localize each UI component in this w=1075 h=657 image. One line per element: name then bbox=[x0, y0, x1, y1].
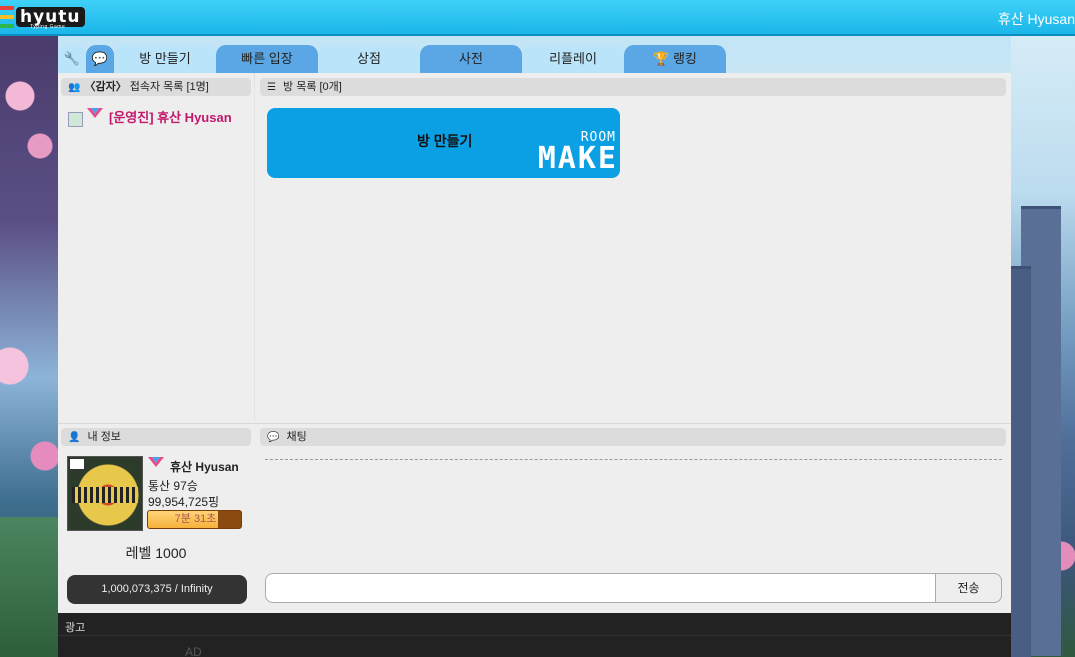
ad-label: 광고 bbox=[65, 622, 86, 634]
create-room-label: 방 만들기 bbox=[417, 133, 473, 149]
wrench-icon: 🔧 bbox=[63, 51, 81, 66]
vertical-divider bbox=[254, 73, 255, 421]
profile-name: 휴산 Hyusan bbox=[170, 460, 239, 474]
users-icon: 👥 bbox=[68, 82, 81, 93]
ad-area: 광고 AD bbox=[58, 613, 1011, 657]
make-art-text: MAKE bbox=[537, 141, 618, 176]
create-room-card[interactable]: 방 만들기 ROOM MAKE bbox=[267, 108, 620, 178]
list-icon: ☰ bbox=[267, 82, 276, 93]
logo[interactable]: hyutu Typing Game bbox=[0, 4, 85, 30]
user-list-item[interactable]: [운영진] 휴산 Hyusan bbox=[68, 106, 232, 127]
main-panel: 🔧 💬 방 만들기 빠른 입장 상점 사전 리플레이 🏆 랭킹 👥 〈감자〉 접속… bbox=[58, 45, 1011, 657]
tab-create-room[interactable]: 방 만들기 bbox=[114, 45, 216, 73]
user-icon: 👤 bbox=[68, 432, 81, 443]
send-button[interactable]: 전송 bbox=[935, 573, 1002, 603]
rooms-panel-header: ☰ 방 목록 [0개] bbox=[260, 78, 1006, 96]
logo-subtitle: Typing Game bbox=[30, 24, 66, 30]
ad-text[interactable]: AD bbox=[185, 645, 202, 657]
profile-image[interactable] bbox=[67, 456, 143, 531]
tab-bar: 🔧 💬 방 만들기 빠른 입장 상점 사전 리플레이 🏆 랭킹 bbox=[58, 45, 1011, 73]
user-avatar-icon bbox=[68, 111, 83, 127]
users-panel-title: 접속자 목록 [1명] bbox=[129, 81, 209, 93]
tab-dictionary[interactable]: 사전 bbox=[420, 45, 522, 73]
top-bar: hyutu Typing Game 휴산 Hyusan bbox=[0, 0, 1075, 36]
chat-input[interactable] bbox=[265, 573, 935, 603]
background-left bbox=[0, 36, 58, 657]
background-right bbox=[1011, 36, 1075, 657]
users-panel-header: 👥 〈감자〉 접속자 목록 [1명] bbox=[61, 78, 251, 96]
tab-ranking-label: 랭킹 bbox=[672, 51, 697, 66]
tab-replay[interactable]: 리플레이 bbox=[522, 45, 624, 73]
my-info-header: 👤 내 정보 bbox=[61, 428, 251, 446]
horizontal-divider bbox=[58, 423, 1011, 424]
tab-quick-join[interactable]: 빠른 입장 bbox=[216, 45, 318, 73]
tab-settings[interactable]: 🔧 bbox=[58, 45, 86, 73]
chat-log bbox=[265, 459, 1002, 460]
profile-level: 레벨 1000 bbox=[125, 545, 187, 561]
experience-bar: 1,000,073,375 / Infinity bbox=[67, 575, 247, 604]
trophy-icon: 🏆 bbox=[653, 51, 670, 66]
profile-wins: 통산 97승 bbox=[148, 479, 198, 493]
tab-chat[interactable]: 💬 bbox=[86, 45, 114, 73]
header-username[interactable]: 휴산 Hyusan bbox=[998, 9, 1075, 29]
playtime-bar: 7분 31초 bbox=[147, 510, 242, 529]
logo-stripes bbox=[0, 6, 14, 28]
ad-divider bbox=[58, 635, 1011, 636]
playtime-text: 7분 31초 bbox=[174, 513, 217, 525]
rooms-panel-title: 방 목록 [0개] bbox=[283, 81, 342, 93]
user-name: [운영진] 휴산 Hyusan bbox=[109, 109, 232, 125]
tab-shop[interactable]: 상점 bbox=[318, 45, 420, 73]
rank-badge-icon bbox=[148, 457, 164, 467]
chat-icon: 💬 bbox=[267, 432, 280, 443]
users-title-prefix: 〈감자〉 bbox=[84, 81, 127, 93]
chat-bubbles-icon: 💬 bbox=[91, 51, 109, 66]
profile-frame-icon bbox=[69, 458, 85, 470]
profile-points: 99,954,725핑 bbox=[148, 495, 220, 509]
chat-title: 채팅 bbox=[286, 431, 307, 443]
rank-badge-icon bbox=[87, 108, 103, 118]
tab-ranking[interactable]: 🏆 랭킹 bbox=[624, 45, 726, 73]
my-info-title: 내 정보 bbox=[87, 431, 121, 443]
chat-header: 💬 채팅 bbox=[260, 428, 1006, 446]
lobby-content: 👥 〈감자〉 접속자 목록 [1명] [운영진] 휴산 Hyusan ☰ 방 목록… bbox=[58, 73, 1011, 613]
